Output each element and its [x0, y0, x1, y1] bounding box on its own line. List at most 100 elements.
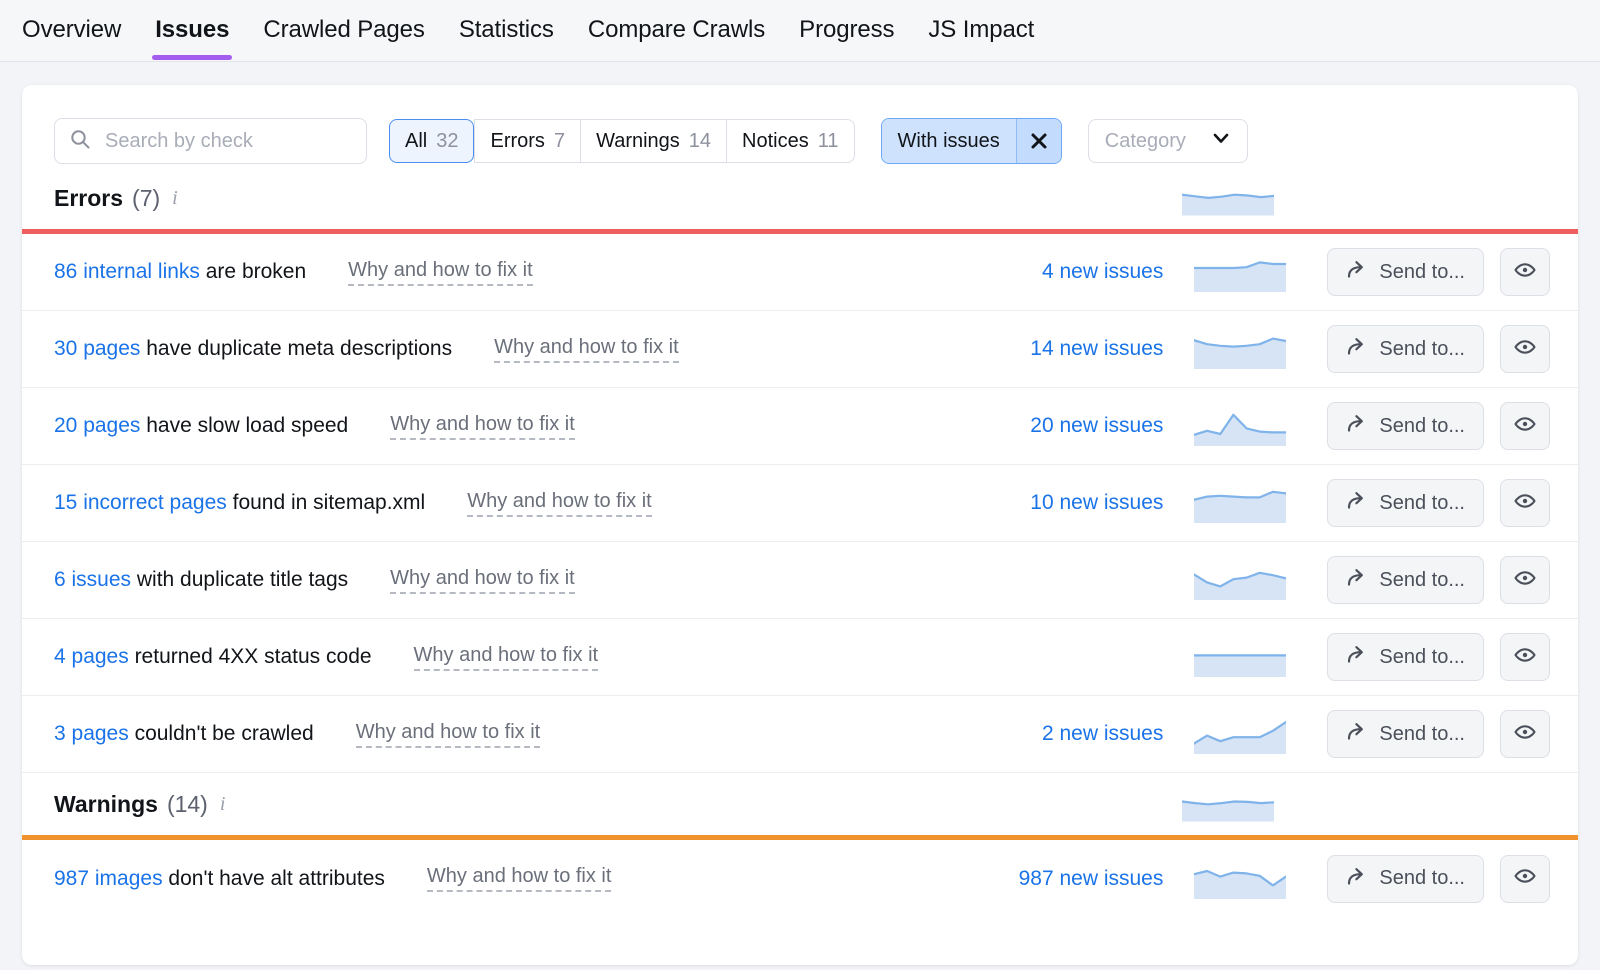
send-to-button-label: Send to... — [1379, 867, 1465, 890]
search-box[interactable] — [54, 118, 367, 164]
issue-title: 15 incorrect pages found in sitemap.xml — [54, 491, 425, 515]
why-and-how-to-fix-it-link[interactable]: Why and how to fix it — [494, 336, 679, 363]
tab-statistics[interactable]: Statistics — [459, 0, 554, 44]
table-row: 30 pages have duplicate meta description… — [22, 311, 1578, 388]
filter-bar: All 32 Errors7 Warnings 14 Notices11 With iss… — [22, 85, 1578, 167]
table-row: 15 incorrect pages found in sitemap.xml W… — [22, 465, 1578, 542]
issue-count-link[interactable]: 3 pages — [54, 722, 129, 745]
send-to-button[interactable]: Send to... — [1327, 325, 1484, 373]
eye-icon — [1513, 864, 1537, 893]
send-to-button-label: Send to... — [1379, 261, 1465, 284]
issue-title: 30 pages have duplicate meta description… — [54, 337, 452, 361]
why-and-how-to-fix-it-link[interactable]: Why and how to fix it — [390, 567, 575, 594]
new-issues-link[interactable]: 14 new issues — [963, 337, 1163, 361]
search-input[interactable] — [103, 129, 352, 154]
send-to-button[interactable]: Send to... — [1327, 633, 1484, 681]
issue-count-link[interactable]: 6 issues — [54, 568, 131, 591]
row-sparkline — [1181, 637, 1299, 677]
eye-icon — [1513, 335, 1537, 364]
issue-count-link[interactable]: 987 images — [54, 867, 163, 890]
tab-progress[interactable]: Progress — [799, 0, 894, 44]
row-sparkline — [1181, 252, 1299, 292]
send-to-button[interactable]: Send to... — [1327, 710, 1484, 758]
why-and-how-to-fix-it-link[interactable]: Why and how to fix it — [348, 259, 533, 286]
info-icon[interactable]: i — [220, 793, 226, 816]
with-issues-chip[interactable]: With issues — [881, 118, 1062, 164]
info-icon[interactable]: i — [172, 187, 178, 210]
why-and-how-to-fix-it-link[interactable]: Why and how to fix it — [356, 721, 541, 748]
issue-description: returned 4XX status code — [129, 645, 372, 668]
segment-label: Warnings — [596, 130, 680, 153]
why-and-how-to-fix-it-link[interactable]: Why and how to fix it — [414, 644, 599, 671]
why-and-how-to-fix-it-link[interactable]: Why and how to fix it — [467, 490, 652, 517]
new-issues-link[interactable]: 20 new issues — [963, 414, 1163, 438]
tab-overview[interactable]: Overview — [22, 0, 121, 44]
row-sparkline — [1181, 329, 1299, 369]
new-issues-link[interactable]: 987 new issues — [963, 867, 1163, 891]
send-to-button-label: Send to... — [1379, 569, 1465, 592]
issue-count-link[interactable]: 15 incorrect pages — [54, 491, 227, 514]
category-dropdown[interactable]: Category — [1088, 119, 1248, 163]
share-arrow-icon — [1346, 865, 1368, 893]
segment-label: All — [405, 130, 427, 153]
issues-card: All 32 Errors7 Warnings 14 Notices11 With iss… — [22, 85, 1578, 965]
table-row: 3 pages couldn't be crawledWhy and how t… — [22, 696, 1578, 773]
toggle-visibility-button[interactable] — [1500, 248, 1550, 296]
segment-notices[interactable]: Notices11 — [726, 119, 854, 163]
send-to-button-label: Send to... — [1379, 338, 1465, 361]
share-arrow-icon — [1346, 489, 1368, 517]
eye-icon — [1513, 643, 1537, 672]
issue-count-link[interactable]: 30 pages — [54, 337, 140, 360]
toggle-visibility-button[interactable] — [1500, 556, 1550, 604]
segment-count: 32 — [436, 130, 458, 153]
tab-crawled-pages[interactable]: Crawled Pages — [263, 0, 424, 44]
send-to-button[interactable]: Send to... — [1327, 248, 1484, 296]
segment-all[interactable]: All 32 — [389, 119, 474, 163]
segment-errors[interactable]: Errors7 — [474, 119, 580, 163]
toggle-visibility-button[interactable] — [1500, 710, 1550, 758]
tab-compare-crawls[interactable]: Compare Crawls — [588, 0, 765, 44]
new-issues-link[interactable]: 4 new issues — [963, 260, 1163, 284]
issue-count-link[interactable]: 4 pages — [54, 645, 129, 668]
table-row: 987 images don't have alt attributes Why … — [22, 840, 1578, 917]
issue-count-link[interactable]: 86 internal links — [54, 260, 200, 283]
segment-warnings[interactable]: Warnings 14 — [580, 119, 726, 163]
new-issues-link[interactable]: 10 new issues — [963, 491, 1163, 515]
toggle-visibility-button[interactable] — [1500, 479, 1550, 527]
share-arrow-icon — [1346, 720, 1368, 748]
toggle-visibility-button[interactable] — [1500, 402, 1550, 450]
send-to-button[interactable]: Send to... — [1327, 855, 1484, 903]
why-and-how-to-fix-it-link[interactable]: Why and how to fix it — [427, 865, 612, 892]
new-issues-link[interactable]: 2 new issues — [963, 722, 1163, 746]
with-issues-chip-label: With issues — [882, 119, 1016, 163]
toggle-visibility-button[interactable] — [1500, 325, 1550, 373]
segment-label: Errors — [490, 130, 544, 153]
close-icon[interactable] — [1016, 119, 1061, 163]
send-to-button[interactable]: Send to... — [1327, 556, 1484, 604]
eye-icon — [1513, 566, 1537, 595]
main-tab-bar: Overview Issues Crawled Pages Statistics Com… — [0, 0, 1600, 62]
toggle-visibility-button[interactable] — [1500, 855, 1550, 903]
share-arrow-icon — [1346, 335, 1368, 363]
issue-description: found in sitemap.xml — [227, 491, 425, 514]
issue-description: don't have alt attributes — [163, 867, 385, 890]
send-to-button[interactable]: Send to... — [1327, 479, 1484, 527]
issue-count-link[interactable]: 20 pages — [54, 414, 140, 437]
row-sparkline — [1181, 560, 1299, 600]
tab-js-impact[interactable]: JS Impact — [928, 0, 1034, 44]
section-header-errors: Errors(7)i — [22, 167, 1578, 229]
issue-title: 987 images don't have alt attributes — [54, 867, 385, 891]
why-and-how-to-fix-it-link[interactable]: Why and how to fix it — [390, 413, 575, 440]
section-sparkline — [1182, 176, 1274, 221]
section-header-warnings: Warnings(14)i — [22, 773, 1578, 835]
section-title: Warnings — [54, 791, 158, 818]
tab-issues[interactable]: Issues — [155, 0, 229, 44]
section-count: (7) — [132, 185, 160, 212]
status-segmented-control: All 32 Errors7 Warnings 14 Notices11 — [389, 119, 855, 163]
issue-description: with duplicate title tags — [131, 568, 348, 591]
send-to-button-label: Send to... — [1379, 415, 1465, 438]
segment-count: 14 — [689, 130, 711, 153]
table-row: 86 internal links are brokenWhy and how … — [22, 234, 1578, 311]
toggle-visibility-button[interactable] — [1500, 633, 1550, 681]
send-to-button[interactable]: Send to... — [1327, 402, 1484, 450]
